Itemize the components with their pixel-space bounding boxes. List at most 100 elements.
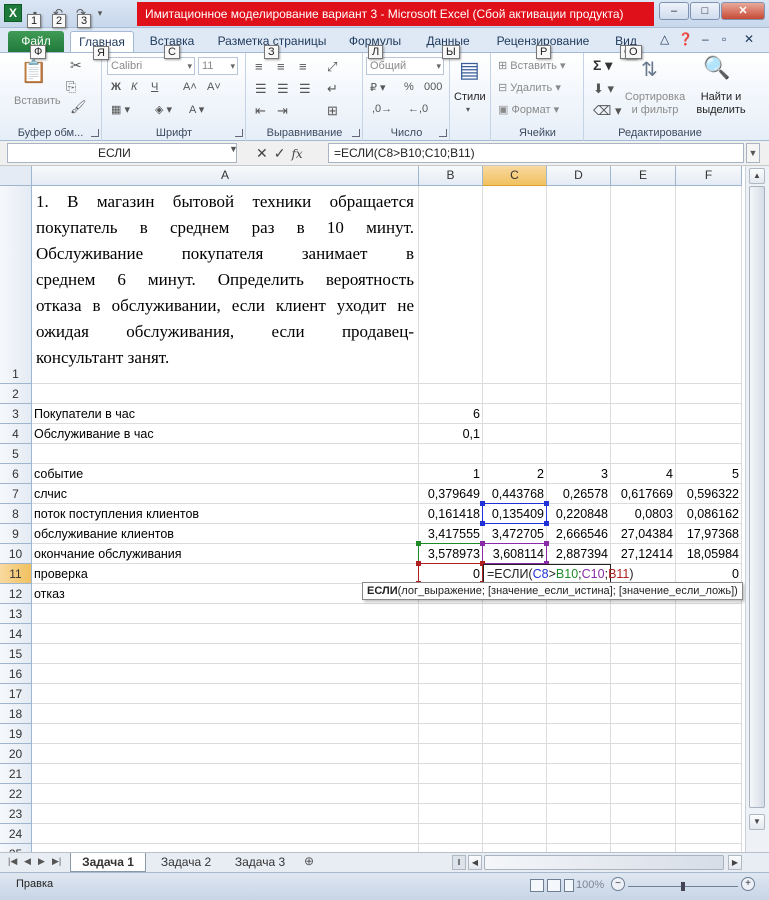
- align-middle-icon[interactable]: ≡: [277, 59, 285, 74]
- cell-a25[interactable]: [32, 844, 419, 852]
- minimize-ribbon-icon[interactable]: △: [660, 32, 669, 46]
- cell-e19[interactable]: [611, 724, 676, 744]
- maximize-button[interactable]: □: [690, 2, 720, 20]
- italic-button[interactable]: К: [131, 81, 137, 93]
- excel-app-icon[interactable]: X: [4, 4, 22, 22]
- alignment-launcher-icon[interactable]: [352, 129, 360, 137]
- cell-b19[interactable]: [419, 724, 483, 744]
- cell-f2[interactable]: [676, 384, 742, 404]
- cell-e9[interactable]: 27,04384: [611, 524, 676, 544]
- row-header-2[interactable]: 2: [0, 384, 32, 404]
- cell-c8[interactable]: 0,135409: [483, 504, 547, 524]
- zoom-in-button[interactable]: +: [741, 877, 755, 891]
- font-color-icon[interactable]: A ▾: [189, 103, 204, 116]
- cell-a19[interactable]: [32, 724, 419, 744]
- column-header-e[interactable]: E: [611, 166, 676, 186]
- cell-e5[interactable]: [611, 444, 676, 464]
- styles-dropdown-icon[interactable]: ▾: [466, 105, 470, 114]
- undo-qat-button[interactable]: ↶ 2: [48, 4, 68, 28]
- align-bottom-icon[interactable]: ≡: [299, 59, 307, 74]
- scroll-down-button[interactable]: ▼: [749, 814, 765, 830]
- row-header-21[interactable]: 21: [0, 764, 32, 784]
- cell-f11[interactable]: 0: [676, 564, 742, 584]
- number-launcher-icon[interactable]: [439, 129, 447, 137]
- cell-d25[interactable]: [547, 844, 611, 852]
- cell-b23[interactable]: [419, 804, 483, 824]
- cell-c1[interactable]: [483, 186, 547, 384]
- zoom-slider-knob[interactable]: [681, 882, 685, 891]
- cell-a12[interactable]: отказ: [32, 584, 419, 604]
- styles-button[interactable]: Стили: [454, 91, 486, 103]
- cell-a23[interactable]: [32, 804, 419, 824]
- align-top-icon[interactable]: ≡: [255, 59, 263, 74]
- formula-input[interactable]: =ЕСЛИ(C8>B10;C10;B11): [328, 143, 744, 163]
- cell-d20[interactable]: [547, 744, 611, 764]
- customize-qat-icon[interactable]: ▾: [94, 4, 106, 22]
- row-header-7[interactable]: 7: [0, 484, 32, 504]
- cell-a7[interactable]: слчис: [32, 484, 419, 504]
- increase-indent-icon[interactable]: ⇥: [277, 103, 288, 119]
- cell-d9[interactable]: 2,666546: [547, 524, 611, 544]
- insert-function-button[interactable]: fx: [291, 147, 302, 161]
- shrink-font-icon[interactable]: A˅: [207, 81, 221, 93]
- cell-e17[interactable]: [611, 684, 676, 704]
- cell-d13[interactable]: [547, 604, 611, 624]
- cell-c5[interactable]: [483, 444, 547, 464]
- insert-sheet-icon[interactable]: ⊕: [304, 854, 314, 868]
- row-header-18[interactable]: 18: [0, 704, 32, 724]
- cell-a2[interactable]: [32, 384, 419, 404]
- cell-c9[interactable]: 3,472705: [483, 524, 547, 544]
- cell-c17[interactable]: [483, 684, 547, 704]
- font-name-combo[interactable]: Calibri: [107, 57, 195, 75]
- close-button[interactable]: ✕: [721, 2, 765, 20]
- tab-review[interactable]: Рецензирование Р: [488, 31, 598, 59]
- clipboard-launcher-icon[interactable]: [91, 129, 99, 137]
- page-break-view-icon[interactable]: [564, 879, 574, 892]
- cell-c16[interactable]: [483, 664, 547, 684]
- cell-f20[interactable]: [676, 744, 742, 764]
- cell-a1-problem-text[interactable]: 1. В магазин бытовой техники обращается п…: [32, 186, 419, 384]
- thousands-button[interactable]: 000: [424, 81, 442, 93]
- row-header-17[interactable]: 17: [0, 684, 32, 704]
- cell-e2[interactable]: [611, 384, 676, 404]
- cell-e10[interactable]: 27,12414: [611, 544, 676, 564]
- cell-c2[interactable]: [483, 384, 547, 404]
- window-restore-icon[interactable]: ▫: [722, 32, 726, 46]
- cell-c10[interactable]: 3,608114: [483, 544, 547, 564]
- cell-e3[interactable]: [611, 404, 676, 424]
- cell-d10[interactable]: 2,887394: [547, 544, 611, 564]
- sheet-tab-3[interactable]: Задача 3: [224, 853, 296, 872]
- cell-a11[interactable]: проверка: [32, 564, 419, 584]
- font-launcher-icon[interactable]: [235, 129, 243, 137]
- row-header-24[interactable]: 24: [0, 824, 32, 844]
- cell-b1[interactable]: [419, 186, 483, 384]
- tab-page-layout[interactable]: Разметка страницы З: [212, 31, 332, 59]
- cell-e15[interactable]: [611, 644, 676, 664]
- cell-c6[interactable]: 2: [483, 464, 547, 484]
- scroll-up-button[interactable]: ▲: [749, 168, 765, 184]
- cell-b11[interactable]: 0: [419, 564, 483, 584]
- cell-b3[interactable]: 6: [419, 404, 483, 424]
- cells-delete-button[interactable]: ⊟ Удалить ▾: [498, 81, 561, 94]
- cell-d5[interactable]: [547, 444, 611, 464]
- cell-a21[interactable]: [32, 764, 419, 784]
- cell-a14[interactable]: [32, 624, 419, 644]
- row-header-5[interactable]: 5: [0, 444, 32, 464]
- cell-c20[interactable]: [483, 744, 547, 764]
- last-sheet-icon[interactable]: ▶|: [52, 856, 61, 867]
- cell-b7[interactable]: 0,379649: [419, 484, 483, 504]
- autosum-icon[interactable]: Σ ▾ О: [593, 45, 642, 74]
- scroll-left-button[interactable]: ◀: [468, 855, 482, 870]
- horizontal-scroll-thumb[interactable]: [484, 855, 724, 870]
- row-header-20[interactable]: 20: [0, 744, 32, 764]
- cell-b6[interactable]: 1: [419, 464, 483, 484]
- cells-insert-button[interactable]: ⊞ Вставить ▾: [498, 59, 566, 72]
- percent-button[interactable]: %: [404, 81, 414, 93]
- cell-f13[interactable]: [676, 604, 742, 624]
- name-box-dropdown-icon[interactable]: ▼: [229, 144, 238, 154]
- window-minimize-icon[interactable]: –: [702, 32, 709, 46]
- cell-b15[interactable]: [419, 644, 483, 664]
- sort-filter-button[interactable]: Сортировка и фильтр: [623, 91, 687, 117]
- cell-a6[interactable]: событие: [32, 464, 419, 484]
- cell-f10[interactable]: 18,05984: [676, 544, 742, 564]
